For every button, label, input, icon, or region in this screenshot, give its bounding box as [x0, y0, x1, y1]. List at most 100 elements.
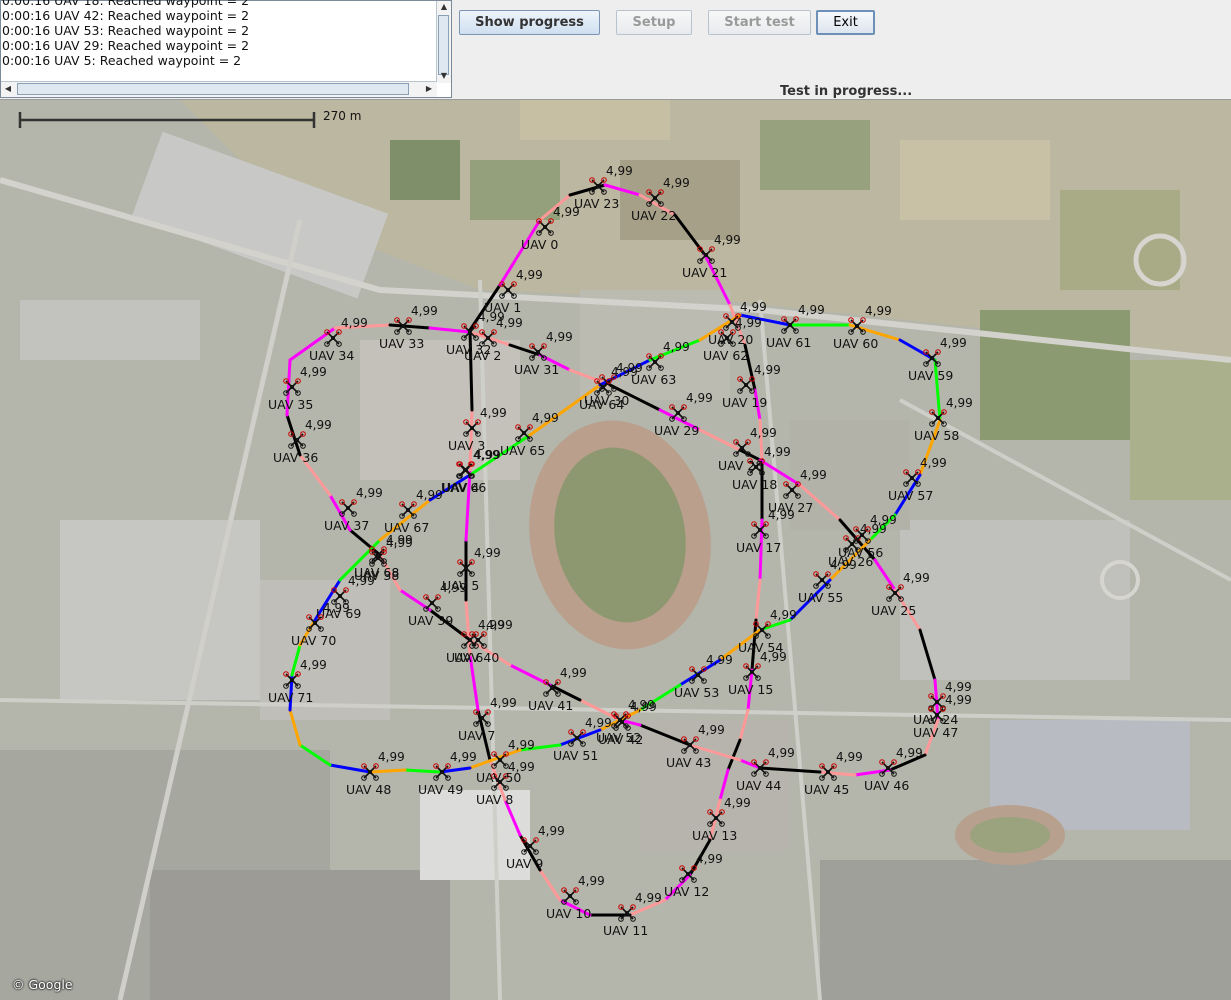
- uav-marker[interactable]: [751, 521, 769, 539]
- uav-marker[interactable]: [515, 424, 533, 442]
- drone-icon: [783, 481, 801, 499]
- uav-marker[interactable]: [288, 431, 306, 449]
- uav-marker[interactable]: [361, 763, 379, 781]
- uav-marker[interactable]: [324, 329, 342, 347]
- uav-marker[interactable]: [669, 404, 687, 422]
- uav-marker[interactable]: [521, 837, 539, 855]
- uav-marker[interactable]: [681, 736, 699, 754]
- uav-marker[interactable]: [853, 526, 871, 544]
- log-horizontal-scrollbar[interactable]: ◀ ▶: [1, 81, 437, 97]
- uav-marker[interactable]: [646, 189, 664, 207]
- map-view[interactable]: 270 m 4,99 UAV 0 4,99 UAV 1 4,99 UAV 2 4,99 UAV…: [0, 100, 1231, 1000]
- uav-marker[interactable]: [733, 439, 751, 457]
- uav-marker[interactable]: [753, 621, 771, 639]
- drone-icon: [697, 246, 715, 264]
- uav-marker[interactable]: [463, 419, 481, 437]
- uav-marker[interactable]: [561, 887, 579, 905]
- uav-marker[interactable]: [469, 631, 487, 649]
- uav-marker[interactable]: [737, 376, 755, 394]
- uav-marker[interactable]: [819, 763, 837, 781]
- uav-marker[interactable]: [423, 594, 441, 612]
- uav-marker[interactable]: [886, 584, 904, 602]
- uav-name-label: UAV 12: [664, 884, 710, 899]
- log-text-area[interactable]: 0:00:16 UAV 18: Reached waypoint = 2 0:0…: [0, 0, 452, 98]
- uav-marker[interactable]: [879, 759, 897, 777]
- status-label: Test in progress...: [780, 84, 913, 99]
- uav-marker[interactable]: [646, 353, 664, 371]
- uav-marker[interactable]: [536, 218, 554, 236]
- uav-marker[interactable]: [707, 809, 725, 827]
- drone-icon: [461, 323, 479, 341]
- uav-marker[interactable]: [461, 323, 479, 341]
- scroll-left-arrow-icon[interactable]: ◀: [2, 83, 14, 95]
- uav-marker[interactable]: [499, 281, 517, 299]
- uav-name-label: UAV 19: [722, 395, 768, 410]
- uav-marker[interactable]: [394, 317, 412, 335]
- uav-speed-label: 4,99: [836, 750, 863, 764]
- uav-marker[interactable]: [456, 461, 474, 479]
- uav-marker[interactable]: [529, 343, 547, 361]
- uav-marker[interactable]: [929, 409, 947, 427]
- exit-button[interactable]: Exit: [816, 10, 875, 35]
- vertical-scroll-thumb[interactable]: [438, 15, 449, 75]
- scroll-down-arrow-icon[interactable]: ▼: [439, 71, 449, 81]
- uav-marker[interactable]: [283, 378, 301, 396]
- horizontal-scroll-thumb[interactable]: [17, 83, 409, 95]
- uav-marker[interactable]: [903, 469, 921, 487]
- uav-marker[interactable]: [473, 709, 491, 727]
- drone-icon: [399, 501, 417, 519]
- drone-icon: [589, 177, 607, 195]
- uav-marker[interactable]: [611, 711, 629, 729]
- uav-speed-label: 4,99: [735, 316, 762, 330]
- uav-speed-label: 4,99: [754, 363, 781, 377]
- uav-speed-label: 4,99: [770, 608, 797, 622]
- drone-icon: [283, 378, 301, 396]
- uav-marker[interactable]: [928, 706, 946, 724]
- google-attribution: © Google: [12, 977, 73, 992]
- uav-marker[interactable]: [568, 729, 586, 747]
- uav-marker[interactable]: [923, 349, 941, 367]
- show-progress-button[interactable]: Show progress: [459, 10, 600, 35]
- uav-name-label: UAV 60: [833, 336, 879, 351]
- drone-icon: [751, 521, 769, 539]
- uav-marker[interactable]: [594, 378, 612, 396]
- uav-marker[interactable]: [433, 763, 451, 781]
- uav-marker[interactable]: [751, 759, 769, 777]
- uav-name-label: UAV 58: [914, 428, 960, 443]
- log-vertical-scrollbar[interactable]: ▲ ▼: [436, 1, 451, 83]
- uav-speed-label: 4,99: [440, 581, 467, 595]
- drone-icon: [737, 376, 755, 394]
- uav-marker[interactable]: [306, 614, 324, 632]
- drone-icon: [463, 419, 481, 437]
- scroll-right-arrow-icon[interactable]: ▶: [423, 83, 435, 95]
- uav-marker[interactable]: [369, 546, 387, 564]
- uav-marker[interactable]: [457, 559, 475, 577]
- uav-speed-label: 4,99: [386, 533, 413, 547]
- uav-speed-label: 4,99: [740, 300, 767, 314]
- scroll-up-arrow-icon[interactable]: ▲: [439, 2, 449, 12]
- uav-marker[interactable]: [781, 316, 799, 334]
- uav-marker[interactable]: [543, 679, 561, 697]
- uav-marker[interactable]: [718, 329, 736, 347]
- uav-marker[interactable]: [679, 865, 697, 883]
- setup-button[interactable]: Setup: [616, 10, 692, 35]
- drone-icon: [743, 663, 761, 681]
- drone-icon: [536, 218, 554, 236]
- uav-marker[interactable]: [689, 666, 707, 684]
- uav-marker[interactable]: [399, 501, 417, 519]
- uav-marker[interactable]: [589, 177, 607, 195]
- uav-name-label: UAV 47: [913, 725, 959, 740]
- uav-marker[interactable]: [848, 317, 866, 335]
- uav-marker[interactable]: [743, 663, 761, 681]
- uav-marker[interactable]: [813, 571, 831, 589]
- uav-marker[interactable]: [283, 671, 301, 689]
- uav-marker[interactable]: [618, 904, 636, 922]
- uav-marker[interactable]: [491, 751, 509, 769]
- uav-marker[interactable]: [697, 246, 715, 264]
- start-test-button[interactable]: Start test: [708, 10, 811, 35]
- uav-name-label: UAV 21: [682, 265, 728, 280]
- uav-name-label: UAV 64: [579, 397, 625, 412]
- uav-marker[interactable]: [783, 481, 801, 499]
- uav-marker[interactable]: [339, 499, 357, 517]
- drone-icon: [928, 706, 946, 724]
